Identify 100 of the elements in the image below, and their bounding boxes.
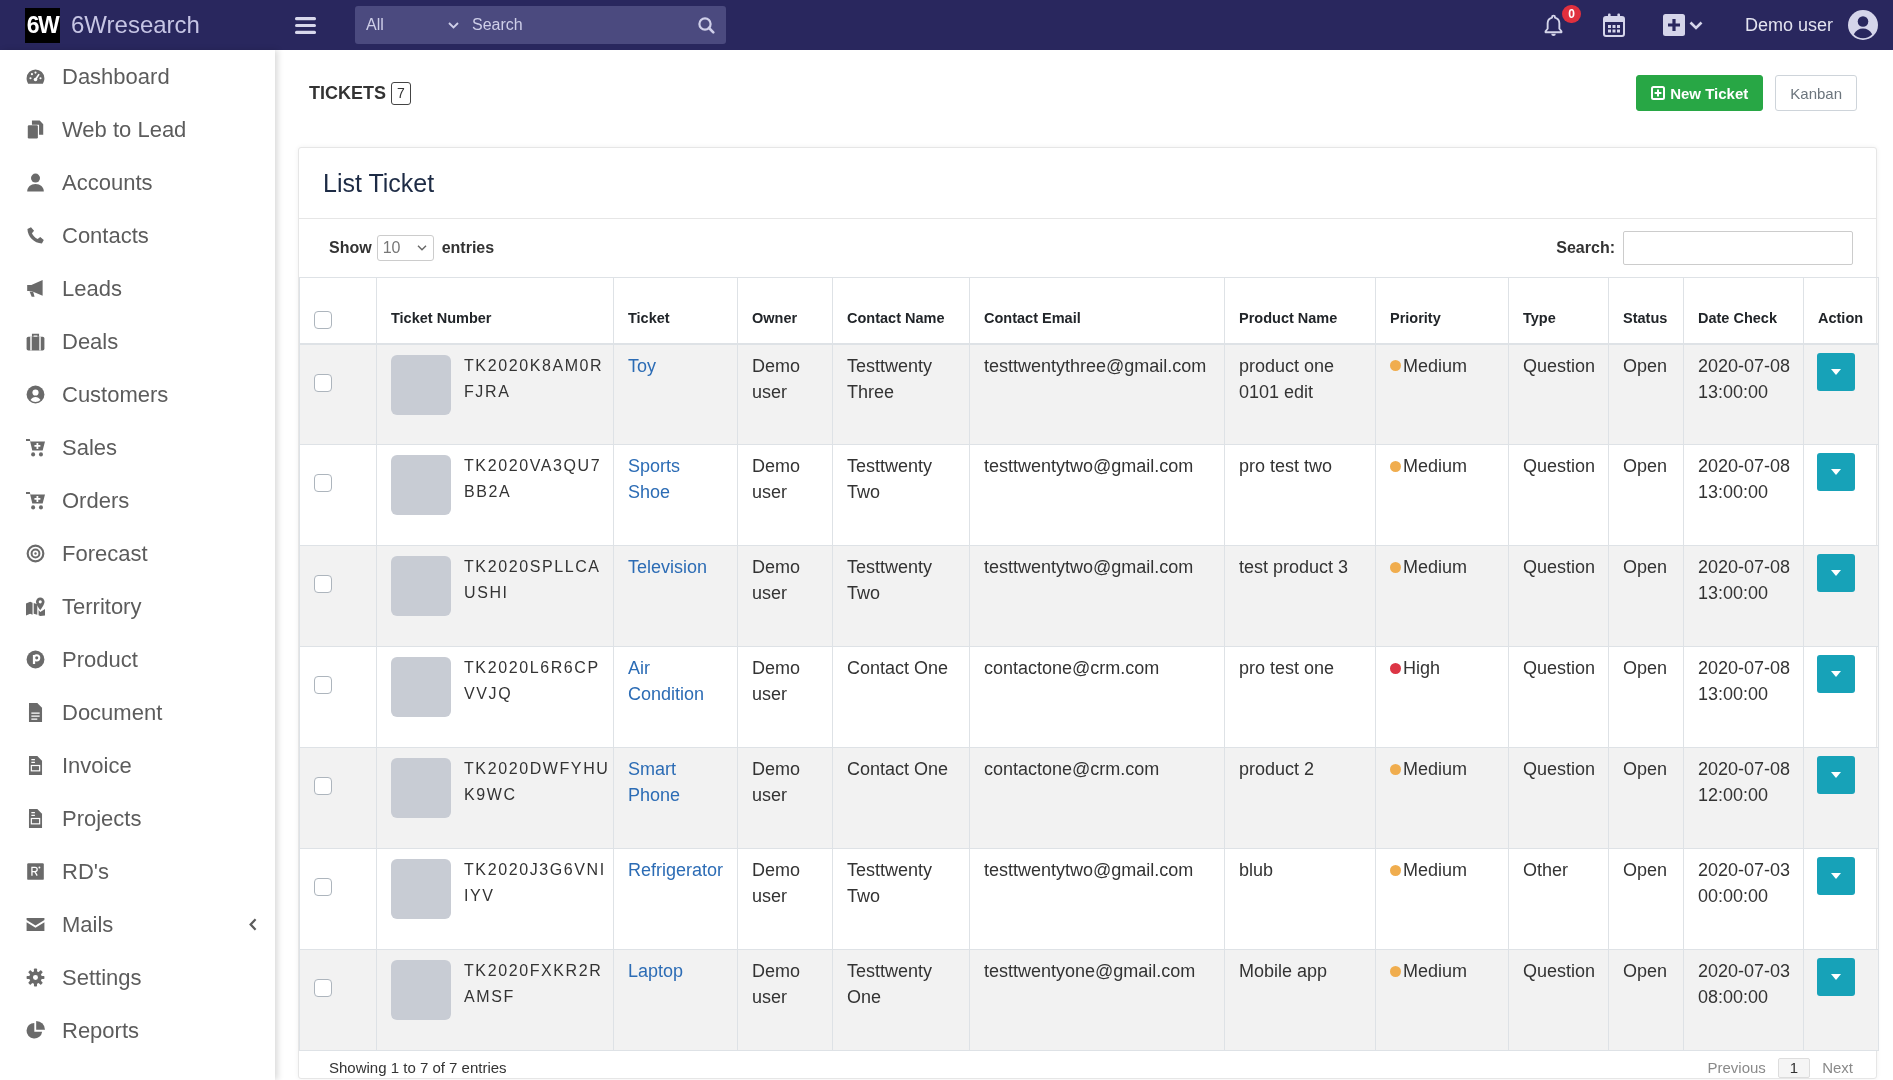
product-name: product one 0101 edit [1239, 354, 1336, 404]
ticket-status: Open [1623, 960, 1669, 983]
ticket-link[interactable]: Refrigerator [628, 857, 724, 883]
pie-chart-icon [26, 1021, 45, 1040]
contact-name: Testtwenty Two [847, 455, 934, 504]
owner-name: Demo user [752, 960, 801, 1009]
sidebar-item[interactable]: Deals [0, 315, 275, 368]
column-header: Priority [1390, 309, 1441, 326]
row-actions-button[interactable] [1817, 756, 1855, 794]
receipt-icon [26, 756, 45, 775]
notification-badge: 0 [1561, 4, 1581, 23]
product-name: pro test two [1239, 455, 1334, 478]
row-checkbox[interactable] [314, 979, 332, 997]
search-button[interactable] [686, 6, 726, 44]
row-actions-button[interactable] [1817, 554, 1855, 592]
add-icon[interactable] [1662, 14, 1685, 36]
row-checkbox[interactable] [314, 575, 332, 593]
contact-email: testtwentythree@gmail.com [984, 354, 1208, 378]
bell-icon[interactable] [1543, 13, 1563, 37]
check-date: 2020-07-08 13:00:00 [1698, 657, 1792, 706]
calendar-icon[interactable] [1602, 13, 1625, 37]
sidebar-item[interactable]: Document [0, 686, 275, 739]
photo-placeholder [391, 455, 451, 515]
row-actions-button[interactable] [1817, 352, 1855, 391]
sidebar-item[interactable]: Forecast [0, 527, 275, 580]
sidebar-item[interactable]: Settings [0, 951, 275, 1004]
sidebar-item[interactable]: Invoice [0, 739, 275, 792]
ticket-number: TK2020K8AM0RFJRA [464, 355, 605, 402]
entries-select[interactable]: 10 [376, 235, 434, 261]
sidebar-item[interactable]: Leads [0, 262, 275, 315]
column-header: Date Check [1698, 309, 1777, 326]
page-button[interactable]: 1 [1777, 1058, 1811, 1078]
photo-placeholder [391, 758, 451, 818]
sidebar-item[interactable]: Contacts [0, 209, 275, 262]
column-header: Status [1623, 309, 1668, 326]
avatar-icon[interactable] [1848, 10, 1878, 40]
contact-email: testtwentyone@gmail.com [984, 960, 1197, 983]
sidebar-item[interactable]: Reports [0, 1004, 275, 1057]
target-icon [26, 544, 45, 563]
table-search-field[interactable] [1623, 231, 1853, 265]
mail-icon [26, 915, 45, 934]
user-menu[interactable]: Demo user [1744, 14, 1833, 36]
sidebar-item[interactable]: Product [0, 633, 275, 686]
cart-plus-icon [26, 491, 45, 510]
ticket-link[interactable]: Television [628, 554, 724, 580]
category-select[interactable]: All [355, 6, 468, 44]
photo-placeholder [391, 960, 451, 1020]
menu-icon[interactable] [295, 16, 316, 34]
sidebar-item[interactable]: RD's [0, 845, 275, 898]
briefcase-icon [26, 332, 45, 351]
row-actions-button[interactable] [1817, 857, 1855, 895]
sidebar-item[interactable]: Customers [0, 368, 275, 421]
plus-square-icon [1651, 86, 1666, 100]
row-checkbox[interactable] [314, 373, 332, 392]
column-header: Ticket [628, 309, 670, 326]
sidebar-item[interactable]: Web to Lead [0, 103, 275, 156]
check-date: 2020-07-03 08:00:00 [1698, 960, 1792, 1009]
row-actions-button[interactable] [1817, 655, 1855, 693]
kanban-button[interactable]: Kanban [1775, 75, 1857, 111]
row-checkbox[interactable] [314, 474, 332, 492]
chevron-down-icon[interactable] [1688, 20, 1703, 30]
brand-logo[interactable]: 6W [25, 7, 60, 43]
sidebar-item[interactable]: Accounts [0, 156, 275, 209]
contact-name: Testtwenty Three [847, 354, 934, 404]
chevron-down-icon [416, 245, 427, 251]
owner-name: Demo user [752, 556, 801, 605]
row-actions-button[interactable] [1817, 958, 1855, 996]
search-label: Search: [1556, 239, 1615, 257]
column-header: Owner [752, 309, 798, 326]
contact-name: Testtwenty Two [847, 859, 934, 908]
ticket-type: Question [1523, 657, 1597, 680]
owner-name: Demo user [752, 354, 801, 404]
row-checkbox[interactable] [314, 676, 332, 694]
sidebar-item[interactable]: Orders [0, 474, 275, 527]
photo-placeholder [391, 354, 451, 415]
contact-email: testtwentytwo@gmail.com [984, 455, 1195, 478]
search-field[interactable]: Search [468, 6, 686, 44]
select-all-checkbox[interactable] [314, 310, 332, 329]
priority-label: Medium [1403, 455, 1468, 478]
ticket-type: Question [1523, 960, 1597, 983]
brand-name[interactable]: 6Wresearch [71, 11, 200, 39]
ticket-link[interactable]: Laptop [628, 958, 724, 984]
row-checkbox[interactable] [314, 777, 332, 795]
caret-down-icon [1831, 469, 1841, 475]
caret-down-icon [1831, 570, 1841, 576]
sidebar-item[interactable]: Sales [0, 421, 275, 474]
search-icon [697, 16, 715, 34]
contact-name: Testtwenty Two [847, 556, 934, 605]
contact-email: testtwentytwo@gmail.com [984, 859, 1195, 882]
count-badge: 7 [391, 81, 411, 105]
row-checkbox[interactable] [314, 878, 332, 896]
ticket-status: Open [1623, 556, 1669, 579]
chevron-left-icon [249, 918, 257, 931]
row-actions-button[interactable] [1817, 453, 1855, 491]
sidebar-item[interactable]: Territory [0, 580, 275, 633]
megaphone-icon [26, 279, 45, 298]
sidebar-item[interactable]: Dashboard [0, 50, 275, 103]
sidebar-item[interactable]: Projects [0, 792, 275, 845]
person-circle-icon [26, 385, 45, 404]
sidebar-item[interactable]: Mails [0, 898, 275, 951]
